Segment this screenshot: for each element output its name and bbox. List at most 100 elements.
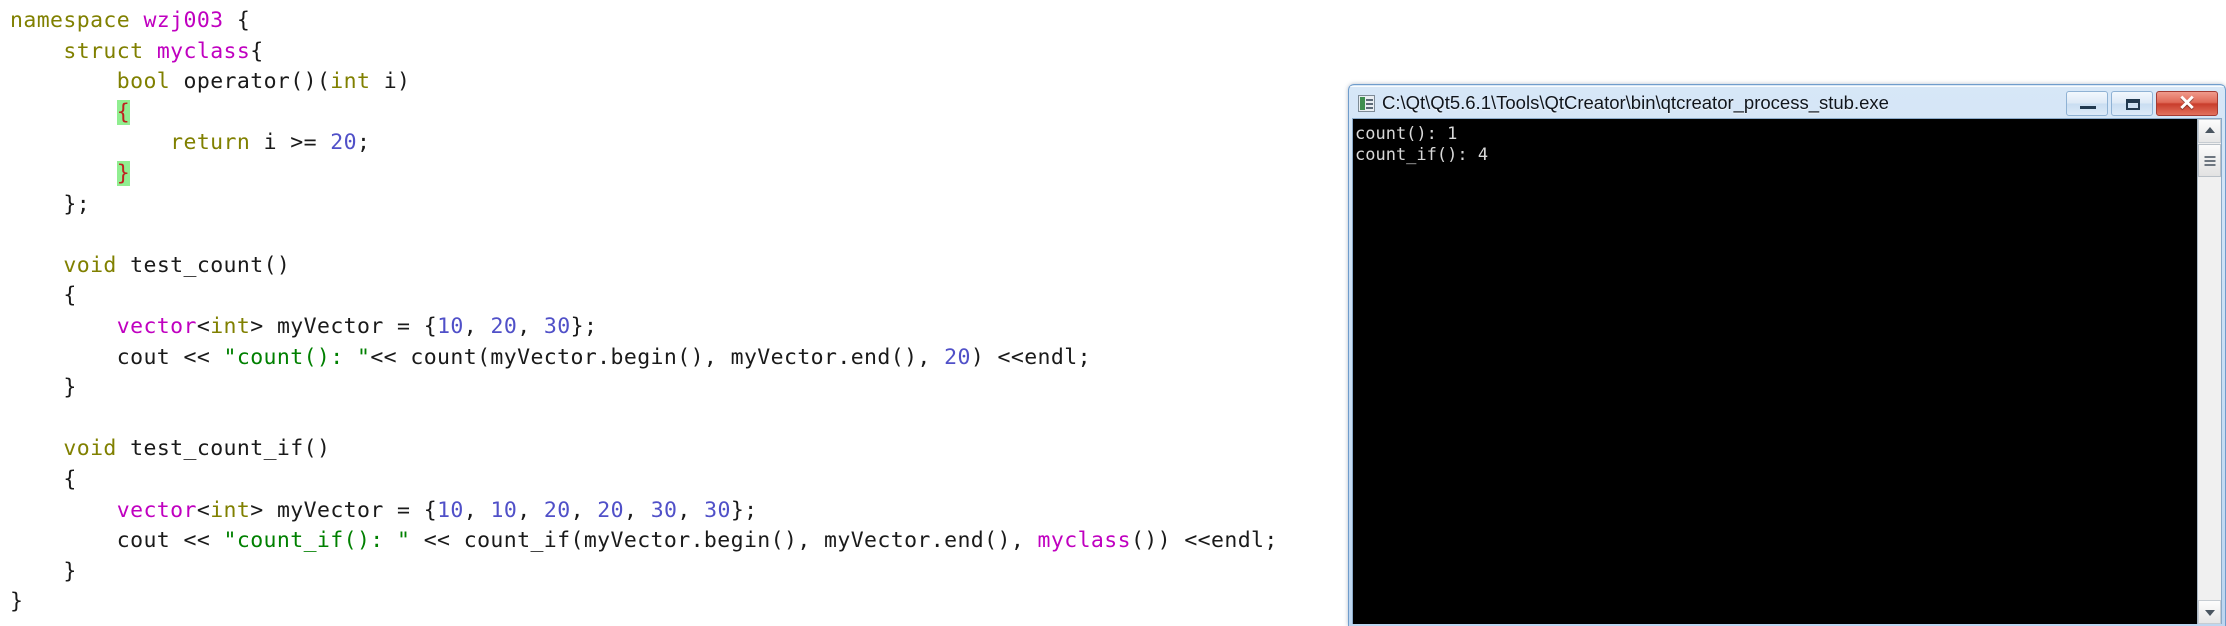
code-line: return i >= 20; (10, 128, 1278, 159)
code-token: vector (116, 313, 197, 339)
code-token: } (10, 558, 77, 584)
code-token: i >= (250, 130, 331, 156)
maximize-icon (2126, 98, 2140, 110)
console-client-area[interactable]: count(): 1 count_if(): 4 (1352, 118, 2222, 624)
code-token: 30 (543, 313, 571, 339)
code-token: int (210, 497, 251, 523)
code-token: 30 (650, 497, 678, 523)
console-titlebar[interactable]: C:\Qt\Qt5.6.1\Tools\QtCreator\bin\qtcrea… (1352, 88, 2222, 118)
code-token: 10 (490, 497, 518, 523)
code-token: { (10, 283, 77, 309)
code-line: void test_count_if() (10, 434, 1278, 465)
code-line: void test_count() (10, 251, 1278, 282)
window-title: C:\Qt\Qt5.6.1\Tools\QtCreator\bin\qtcrea… (1382, 92, 1889, 113)
code-token: } (10, 375, 77, 401)
code-token: << count_if(myVector.begin(), myVector.e… (410, 528, 1038, 554)
console-scrollbar[interactable] (2197, 119, 2221, 624)
console-app-icon (1358, 94, 1375, 112)
code-line: struct myclass{ (10, 37, 1278, 68)
code-token: return (170, 130, 251, 156)
close-button[interactable]: ✕ (2156, 90, 2218, 116)
code-token: 10 (437, 313, 464, 339)
code-line: } (10, 159, 1278, 190)
code-token: cout << (10, 344, 224, 370)
code-token: "count_if(): " (223, 528, 411, 554)
code-token: }; (730, 497, 758, 523)
code-line: { (10, 281, 1278, 312)
code-token: , (517, 313, 544, 339)
code-token: 20 (543, 497, 571, 523)
scroll-down-arrow[interactable] (2198, 600, 2221, 624)
code-line: } (10, 557, 1278, 588)
minimize-button[interactable] (2066, 90, 2108, 116)
code-token: , (517, 497, 544, 523)
code-token: 20 (597, 497, 624, 523)
code-token: myclass (1037, 528, 1131, 554)
code-token: 20 (944, 344, 971, 370)
code-token: , (463, 497, 491, 523)
code-line: vector<int> myVector = {10, 10, 20, 20, … (10, 496, 1278, 527)
maximize-button[interactable] (2111, 90, 2153, 116)
console-window[interactable]: C:\Qt\Qt5.6.1\Tools\QtCreator\bin\qtcrea… (1348, 84, 2226, 626)
code-token: bool (116, 69, 184, 95)
code-token: struct (63, 38, 157, 64)
code-line: }; (10, 190, 1278, 221)
code-token: void (63, 252, 131, 278)
code-token: ()) <<endl; (1130, 528, 1278, 554)
scroll-up-arrow[interactable] (2198, 119, 2221, 143)
scroll-thumb[interactable] (2198, 144, 2221, 177)
code-token: ; (357, 130, 371, 156)
code-token: vector (116, 497, 197, 523)
code-token: , (624, 497, 651, 523)
code-token: 30 (704, 497, 731, 523)
code-token: } (116, 160, 131, 186)
code-token: > myVector = { (250, 313, 438, 339)
code-token: test_count() (130, 252, 291, 278)
code-token: wzj003 (143, 8, 224, 33)
code-token: , (570, 497, 598, 523)
close-icon: ✕ (2178, 91, 2196, 115)
code-token: << count(myVector.begin(), myVector.end(… (370, 344, 945, 370)
code-token: { (10, 466, 77, 492)
code-line: cout << "count(): "<< count(myVector.beg… (10, 343, 1278, 374)
code-token: void (63, 436, 131, 462)
code-token: operator()( (183, 69, 331, 95)
code-token: }; (570, 313, 598, 339)
code-token: < (196, 497, 211, 523)
code-token: test_count_if() (130, 436, 331, 462)
code-token: int (330, 69, 371, 95)
code-line: { (10, 465, 1278, 496)
console-output: count(): 1 count_if(): 4 (1355, 124, 1489, 165)
code-token: 10 (437, 497, 464, 523)
code-token: myclass (156, 38, 251, 64)
code-token: , (677, 497, 705, 523)
code-token: 20 (330, 130, 357, 156)
code-token: , (463, 313, 491, 339)
code-token: < (196, 313, 211, 339)
code-line: vector<int> myVector = {10, 20, 30}; (10, 312, 1278, 343)
minimize-icon (2080, 105, 2096, 109)
code-line: cout << "count_if(): " << count_if(myVec… (10, 526, 1278, 557)
code-token: i) (370, 69, 411, 95)
code-token: { (250, 38, 264, 64)
code-line: { (10, 98, 1278, 129)
code-token: } (10, 589, 24, 615)
code-text[interactable]: namespace wzj003 { struct myclass{ bool … (10, 6, 1278, 618)
code-token: }; (10, 191, 91, 217)
code-line: } (10, 587, 1278, 618)
code-line: } (10, 373, 1278, 404)
code-token: int (210, 313, 251, 339)
window-controls: ✕ (2063, 90, 2218, 116)
code-line: namespace wzj003 { (10, 6, 1278, 37)
code-token: cout << (10, 528, 224, 554)
